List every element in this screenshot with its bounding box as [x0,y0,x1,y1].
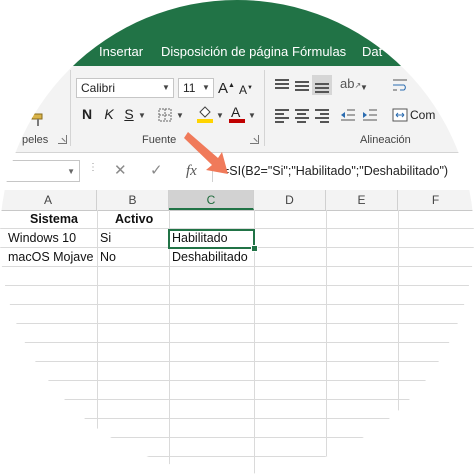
italic-button[interactable]: K [102,104,116,126]
column-header-row: A B C D E F [0,190,474,211]
ribbon-tab-strip: Insertar Disposición de página Fórmulas … [0,0,474,66]
chevron-down-icon: ▼ [202,83,210,92]
spreadsheet-grid: A B C D E F Sistema Activo Windows 10 Si… [0,190,474,474]
font-size-value: 11 [183,81,196,95]
table-row [0,457,474,474]
tab-disposicion-de-pagina[interactable]: Disposición de página [161,44,288,59]
enter-icon[interactable]: ✓ [150,160,163,182]
column-header-d[interactable]: D [254,190,326,210]
formula-bar-grip-icon: ⋮ [88,162,98,173]
cell-b1[interactable]: Activo [115,210,153,229]
column-header-b[interactable]: B [97,190,169,210]
font-color-icon[interactable]: A [228,104,246,129]
alignment-group-label: Alineación [360,134,411,146]
font-name-value: Calibri [81,81,116,95]
tab-insertar[interactable]: Insertar [99,44,143,59]
chevron-down-icon[interactable]: ▼ [67,167,75,176]
tab-datos[interactable]: Dat [362,44,382,59]
align-bottom-icon[interactable] [312,75,332,95]
borders-icon[interactable] [158,108,172,127]
increase-indent-icon[interactable] [362,108,378,127]
increase-font-icon[interactable]: A▲ [218,76,235,98]
table-row [0,324,474,343]
column-header-f[interactable]: F [398,190,474,210]
cell-c3[interactable]: Deshabilitado [172,248,248,267]
table-row [0,438,474,457]
cell-a2[interactable]: Windows 10 [8,229,76,248]
cancel-icon[interactable]: ✕ [114,160,127,182]
formula-bar: ▼ ⋮ ✕ ✓ fx =SI(B2="Si";"Habilitado";"Des… [0,158,474,184]
orientation-icon[interactable]: ab↗ [340,76,361,91]
align-center-icon[interactable] [294,108,310,123]
formula-input[interactable]: =SI(B2="Si";"Habilitado";"Deshabilitado"… [212,160,474,182]
table-row [0,400,474,419]
ribbon-divider [70,70,71,146]
table-row [0,362,474,381]
format-painter-icon[interactable] [30,112,46,133]
cell-a3[interactable]: macOS Mojave [8,248,93,267]
annotation-arrow-icon [184,132,228,174]
align-top-icon[interactable] [274,78,290,92]
chevron-down-icon[interactable]: ▼ [360,83,368,92]
cell-a1[interactable]: Sistema [30,210,78,229]
font-launcher-icon[interactable] [250,135,259,144]
ribbon: peles Calibri ▼ 11 ▼ A▲ A▼ N K S ▼ ▼ ▼ A… [0,66,474,153]
table-row [0,343,474,362]
wrap-text-icon[interactable] [392,78,408,97]
cell-b3[interactable]: No [100,248,116,267]
table-row [0,419,474,438]
merge-center-label[interactable]: Com [410,108,435,122]
align-left-icon[interactable] [274,108,290,123]
font-size-select[interactable]: 11 ▼ [178,78,214,98]
clipboard-group-label: peles [22,134,49,146]
font-name-select[interactable]: Calibri ▼ [76,78,174,98]
column-header-a[interactable]: A [0,190,97,210]
align-middle-icon[interactable] [294,78,310,92]
table-row [0,286,474,305]
table-row [0,305,474,324]
column-header-c[interactable]: C [169,190,254,210]
align-right-icon[interactable] [314,108,330,123]
chevron-down-icon[interactable]: ▼ [138,111,146,120]
active-cell-border [168,229,255,249]
column-header-e[interactable]: E [326,190,398,210]
fill-handle[interactable] [251,245,258,252]
decrease-indent-icon[interactable] [340,108,356,127]
clipboard-launcher-icon[interactable] [58,135,67,144]
font-group-label: Fuente [142,134,177,146]
table-row [0,381,474,400]
fill-color-icon[interactable] [196,104,214,129]
table-row [0,267,474,286]
tab-formulas[interactable]: Fórmulas [292,44,346,59]
decrease-font-icon[interactable]: A▼ [238,78,254,100]
cell-b2[interactable]: Si [100,229,111,248]
chevron-down-icon: ▼ [162,83,170,92]
ribbon-divider [264,70,265,146]
name-box[interactable]: ▼ [0,160,80,182]
chevron-down-icon[interactable]: ▼ [216,111,224,120]
underline-button[interactable]: S [122,104,136,126]
chevron-down-icon[interactable]: ▼ [248,111,256,120]
bold-button[interactable]: N [80,104,94,126]
excel-window: Insertar Disposición de página Fórmulas … [0,0,474,474]
svg-text:A: A [231,104,241,120]
chevron-down-icon[interactable]: ▼ [176,111,184,120]
merge-center-icon[interactable] [392,108,408,127]
